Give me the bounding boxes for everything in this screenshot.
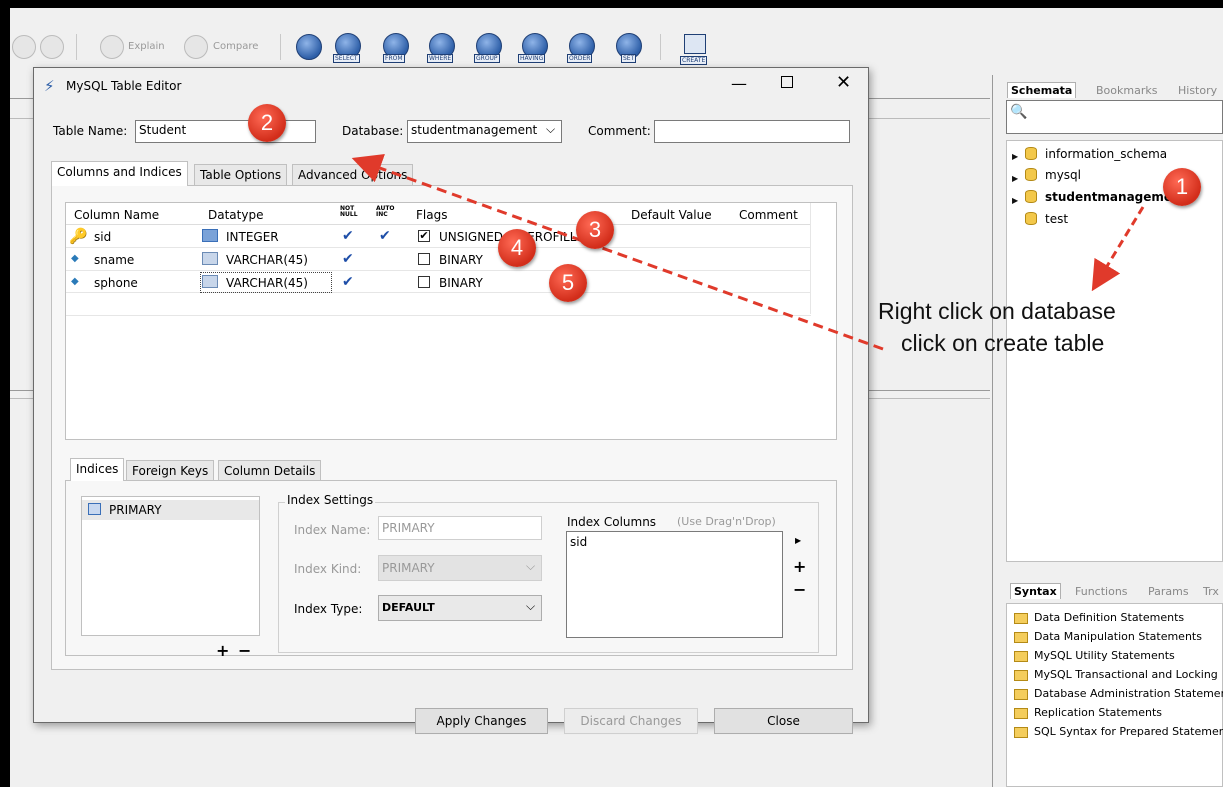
step-marker-5: 5 <box>549 264 587 302</box>
annotation-note-line2: click on create table <box>901 330 1105 356</box>
step-marker-2: 2 <box>248 104 286 142</box>
annotation-note-line1: Right click on database <box>878 298 1116 324</box>
arrow-to-tablename <box>351 153 884 351</box>
annotation-arrows <box>351 153 1145 351</box>
arrow-to-note <box>1091 206 1145 292</box>
tab-indices[interactable]: Indices <box>70 458 125 481</box>
tab-columns-indices[interactable]: Columns and Indices <box>51 161 188 186</box>
step-marker-1: 1 <box>1163 168 1201 206</box>
step-marker-4: 4 <box>498 229 536 267</box>
step-marker-3: 3 <box>576 211 614 249</box>
